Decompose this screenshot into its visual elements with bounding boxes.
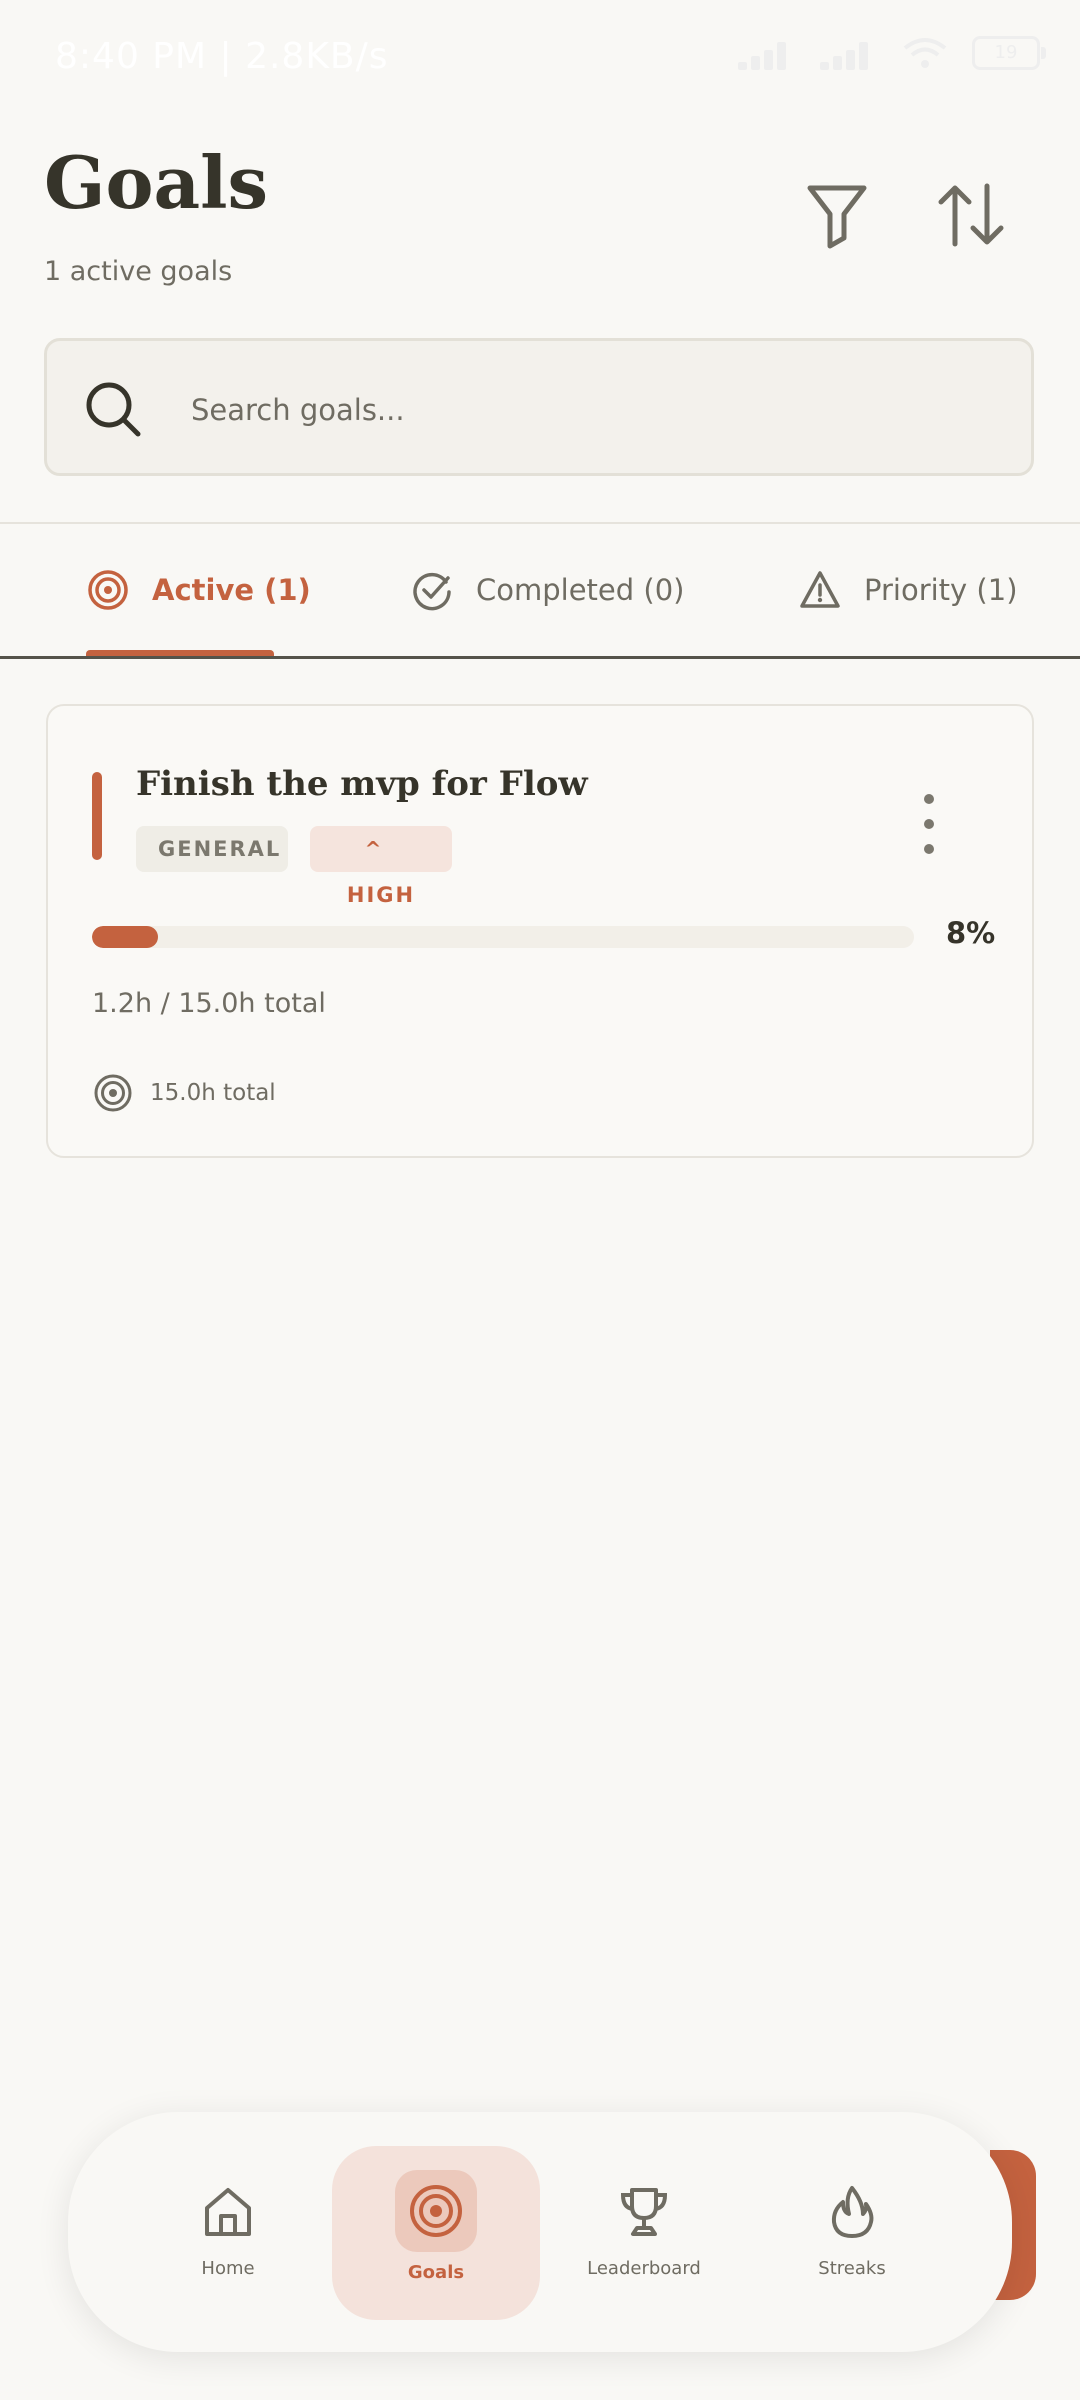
search-bar[interactable] <box>44 338 1034 476</box>
status-bar: 8:40 PM | 2.8KB/s 19 <box>0 0 1080 120</box>
tab-completed[interactable]: Completed (0) <box>410 524 684 656</box>
goal-tabs: Active (1) Completed (0) Priority (1) <box>0 524 1080 656</box>
target-icon <box>88 570 128 610</box>
sort-button[interactable] <box>925 170 1015 260</box>
page-title: Goals <box>44 140 269 225</box>
wifi-icon <box>903 38 947 68</box>
time-summary: 1.2h / 15.0h total <box>92 988 326 1019</box>
page-subtitle: 1 active goals <box>44 256 233 287</box>
target-label: 15.0h total <box>150 1080 276 1106</box>
goal-title: Finish the mvp for Flow <box>136 764 588 804</box>
priority-label: HIGH <box>346 883 416 907</box>
target-row: 15.0h total <box>92 1070 276 1116</box>
search-icon <box>86 382 141 437</box>
filter-icon <box>807 185 867 249</box>
status-icons: 19 <box>738 36 1046 70</box>
nav-icon-highlight <box>395 2170 477 2252</box>
nav-leaderboard[interactable]: Leaderboard <box>540 2146 748 2320</box>
progress-bar <box>92 926 914 948</box>
tab-active[interactable]: Active (1) <box>86 524 311 656</box>
battery-icon: 19 <box>972 36 1046 70</box>
chevron-up-icon: ^ <box>364 837 384 861</box>
signal-icon-2 <box>820 36 878 70</box>
goal-card[interactable]: Finish the mvp for Flow GENERAL ^ HIGH 8%… <box>46 704 1034 1158</box>
trophy-icon <box>620 2188 668 2236</box>
nav-streaks[interactable]: Streaks <box>748 2146 956 2320</box>
target-icon <box>94 1074 132 1112</box>
status-time-speed: 8:40 PM | 2.8KB/s <box>55 36 389 77</box>
nav-label: Home <box>201 2258 255 2279</box>
tab-label: Active (1) <box>152 573 311 607</box>
tab-priority[interactable]: Priority (1) <box>798 524 1018 656</box>
nav-home[interactable]: Home <box>124 2146 332 2320</box>
progress-fill <box>92 926 158 948</box>
warning-icon <box>800 571 840 608</box>
nav-label: Goals <box>407 2262 465 2283</box>
flame-icon <box>831 2186 874 2238</box>
nav-label: Streaks <box>818 2258 886 2279</box>
check-circle-icon <box>413 572 451 611</box>
search-input[interactable] <box>189 385 993 435</box>
bottom-nav: Home Goals Leaderboard Streaks <box>68 2112 1012 2352</box>
sort-icon <box>938 183 1004 247</box>
more-options-button[interactable] <box>914 794 944 854</box>
nav-goals[interactable]: Goals <box>332 2146 540 2320</box>
home-icon <box>205 2188 251 2236</box>
signal-icon <box>738 36 796 70</box>
category-tag: GENERAL <box>136 826 288 872</box>
priority-tag: ^ HIGH <box>310 826 452 907</box>
tabs-divider <box>0 656 1080 659</box>
filter-button[interactable] <box>792 170 882 260</box>
nav-label: Leaderboard <box>587 2258 701 2279</box>
target-icon <box>410 2185 462 2237</box>
progress-percent: 8% <box>946 916 996 950</box>
priority-bar <box>92 772 102 860</box>
tab-label: Priority (1) <box>864 573 1018 607</box>
tab-label: Completed (0) <box>476 573 685 607</box>
